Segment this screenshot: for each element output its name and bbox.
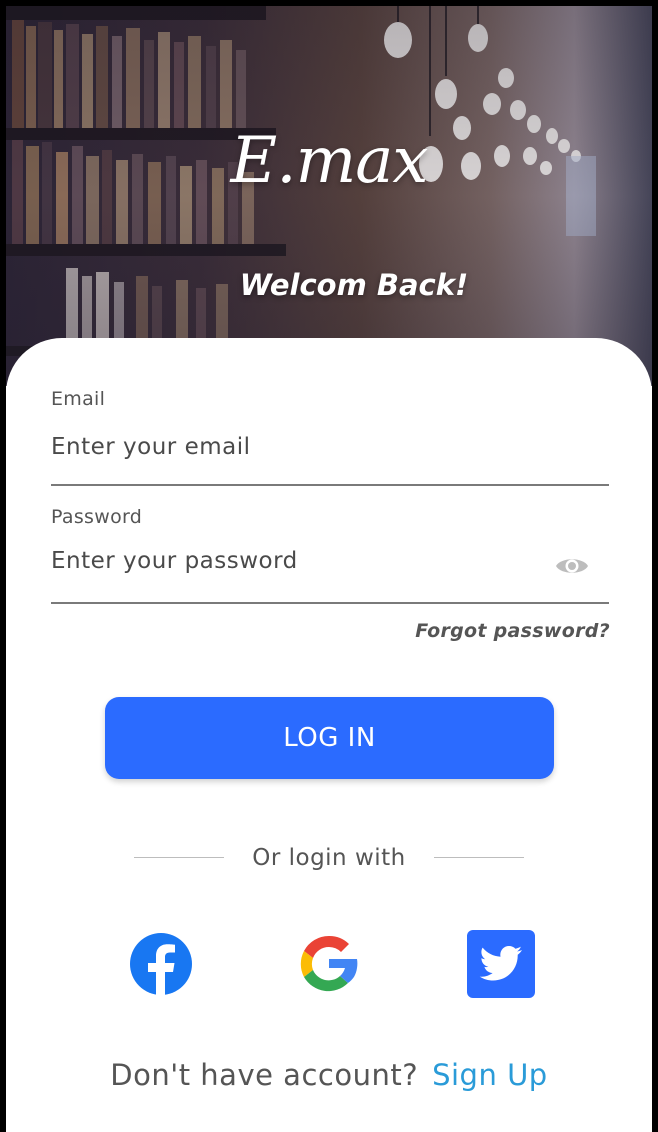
email-field: Email [51, 388, 609, 498]
app-logo: E.max [230, 124, 429, 198]
email-underline [51, 484, 609, 486]
password-field: Password [51, 506, 609, 616]
welcome-heading: Welcom Back! [239, 268, 469, 302]
password-label: Password [51, 506, 143, 528]
google-icon[interactable] [295, 930, 363, 998]
twitter-icon[interactable] [467, 930, 535, 998]
divider-line-right [434, 857, 524, 858]
login-button[interactable]: LOG IN [105, 697, 554, 779]
hero-banner: E.max Welcom Back! [6, 6, 652, 386]
facebook-icon[interactable] [127, 930, 195, 998]
email-input[interactable] [51, 434, 541, 460]
eye-icon[interactable] [555, 554, 589, 578]
signup-prompt: Don't have account? [110, 1058, 419, 1092]
email-label: Email [51, 388, 106, 410]
or-divider: Or login with [6, 842, 652, 872]
or-login-with-text: Or login with [252, 845, 406, 871]
password-underline [51, 602, 609, 604]
forgot-password-link[interactable]: Forgot password? [415, 620, 610, 642]
app-screen: E.max Welcom Back! Email Password Forgot… [6, 6, 652, 1132]
sign-up-link[interactable]: Sign Up [432, 1058, 548, 1092]
signup-row: Don't have account? Sign Up [6, 1058, 652, 1092]
password-input[interactable] [51, 548, 541, 574]
